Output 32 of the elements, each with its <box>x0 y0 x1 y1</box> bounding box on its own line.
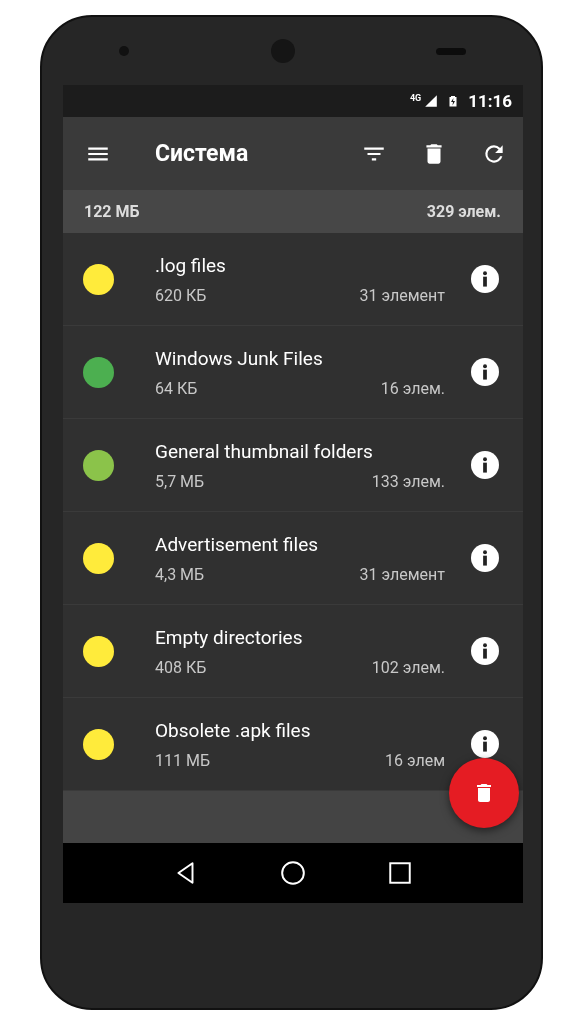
clock-time: 11:16 <box>468 91 512 111</box>
item-size: 4,3 МБ <box>155 564 205 584</box>
info-icon[interactable] <box>471 358 499 386</box>
recents-icon[interactable] <box>386 860 413 886</box>
item-name: Empty directories <box>155 625 304 649</box>
info-icon[interactable] <box>471 730 499 758</box>
item-size: 620 КБ <box>155 285 207 305</box>
item-count: 102 элем. <box>371 657 445 677</box>
item-name: Advertisement files <box>155 532 320 556</box>
item-size: 408 КБ <box>155 657 207 677</box>
item-size: 111 МБ <box>155 750 210 770</box>
info-icon[interactable] <box>471 637 499 665</box>
home-icon[interactable] <box>280 860 306 886</box>
item-count: 133 элем. <box>371 471 445 491</box>
item-count: 16 элем. <box>380 378 445 398</box>
total-size: 122 МБ <box>84 202 140 221</box>
signal-icon <box>424 94 439 108</box>
item-size: 5,7 МБ <box>155 471 205 491</box>
item-count: 16 элем <box>384 750 445 770</box>
network-label: 4G <box>409 93 422 103</box>
item-name: .log files <box>155 253 227 277</box>
item-name: Obsolete .apk files <box>155 718 312 742</box>
total-count: 329 элем. <box>426 202 501 221</box>
item-count: 31 элемент <box>359 564 445 584</box>
item-name: General thumbnail folders <box>155 439 374 463</box>
item-count: 31 элемент <box>359 285 445 305</box>
info-icon[interactable] <box>471 451 499 479</box>
screen-title: Система <box>155 140 250 167</box>
info-icon[interactable] <box>471 544 499 572</box>
item-size: 64 КБ <box>155 378 198 398</box>
info-icon[interactable] <box>471 265 499 293</box>
item-name: Windows Junk Files <box>155 346 324 370</box>
